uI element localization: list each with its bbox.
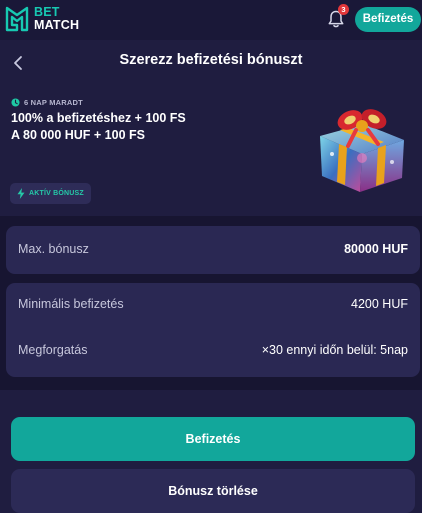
active-bonus-text: AKTÍV BÓNUSZ — [29, 190, 84, 197]
detail-value: ×30 ennyi időn belül: 5nap — [261, 343, 408, 357]
gift-icon — [320, 109, 404, 192]
detail-card-requirements: Minimális befizetés 4200 HUF Megforgatás… — [6, 283, 420, 377]
detail-card-max-bonus: Max. bónusz 80000 HUF — [6, 226, 420, 274]
page-title: Szerezz befizetési bónuszt — [119, 52, 303, 68]
active-bonus-badge: AKTÍV BÓNUSZ — [10, 183, 91, 204]
detail-label: Max. bónusz — [18, 242, 89, 256]
top-deposit-button[interactable]: Befizetés — [355, 7, 421, 32]
detail-value: 4200 HUF — [351, 297, 408, 311]
bonus-title-line-1: 100% a befizetéshez + 100 FS — [11, 111, 186, 125]
notification-badge: 3 — [338, 4, 349, 15]
detail-value: 80000 HUF — [344, 242, 408, 256]
logo-icon[interactable] — [5, 6, 29, 32]
deposit-button[interactable]: Befizetés — [11, 417, 415, 461]
brand-line-2: MATCH — [34, 18, 80, 32]
remove-bonus-button[interactable]: Bónusz törlése — [11, 469, 415, 513]
brand-name[interactable]: BET MATCH — [34, 6, 79, 32]
clock-icon — [11, 97, 20, 107]
days-left-row: 6 NAP MARADT — [11, 96, 83, 108]
detail-label: Megforgatás — [18, 343, 88, 357]
days-left-text: 6 NAP MARADT — [24, 97, 83, 107]
top-bar: BET MATCH 3 Befizetés — [0, 0, 422, 40]
detail-label: Minimális befizetés — [18, 297, 124, 311]
bolt-icon — [17, 188, 25, 199]
bonus-title-line-2: A 80 000 HUF + 100 FS — [11, 128, 145, 142]
